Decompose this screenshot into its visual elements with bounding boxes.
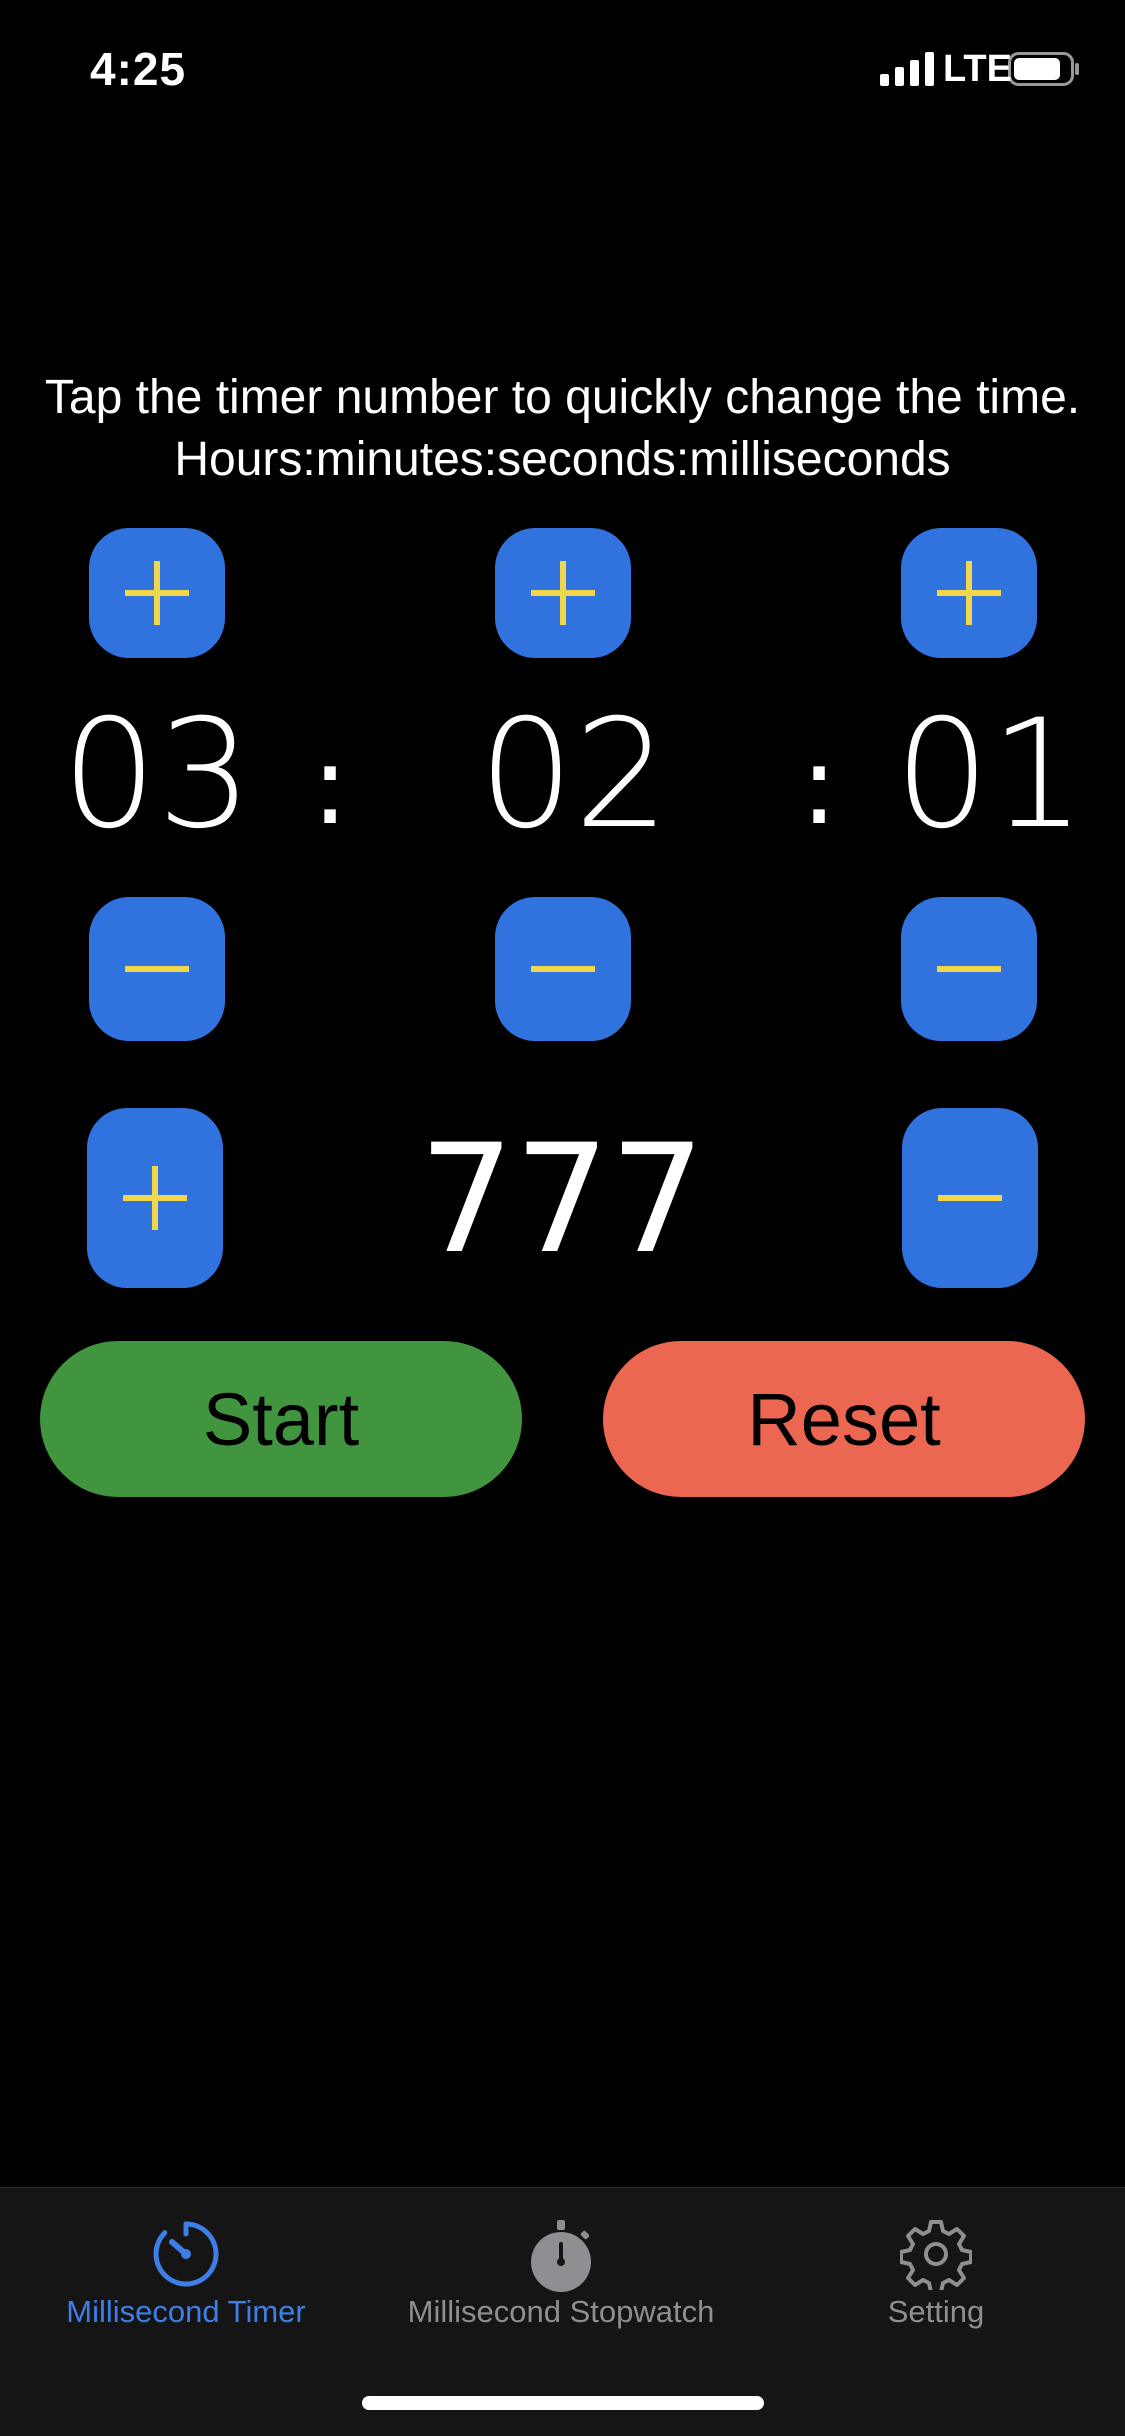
tab-setting[interactable]: Setting xyxy=(800,2188,1072,2368)
reset-button[interactable]: Reset xyxy=(603,1341,1085,1497)
tab-millisecond-timer[interactable]: Millisecond Timer xyxy=(30,2188,342,2368)
minutes-value[interactable]: 02 xyxy=(464,700,684,850)
plus-icon xyxy=(937,561,1001,625)
hours-decrement-button[interactable] xyxy=(89,897,225,1041)
network-label: LTE xyxy=(943,48,1012,90)
minutes-increment-button[interactable] xyxy=(495,528,631,658)
hours-increment-button[interactable] xyxy=(89,528,225,658)
minus-icon xyxy=(125,966,189,972)
plus-icon xyxy=(123,1166,187,1230)
stopwatch-icon xyxy=(531,2220,591,2292)
hours-value[interactable]: 03 xyxy=(47,700,267,850)
time-separator: : xyxy=(311,721,349,849)
tab-label: Setting xyxy=(887,2294,985,2329)
tab-label: Millisecond Stopwatch xyxy=(407,2294,715,2329)
milliseconds-value[interactable]: 777 xyxy=(412,1120,712,1280)
time-separator: : xyxy=(800,721,838,849)
milliseconds-decrement-button[interactable] xyxy=(902,1108,1038,1288)
minus-icon xyxy=(937,966,1001,972)
signal-icon xyxy=(880,52,934,86)
timer-icon xyxy=(153,2221,219,2287)
home-indicator xyxy=(362,2396,764,2410)
milliseconds-increment-button[interactable] xyxy=(87,1108,223,1288)
minutes-decrement-button[interactable] xyxy=(495,897,631,1041)
format-hint-text: Hours:minutes:seconds:milliseconds xyxy=(174,433,951,486)
minus-icon xyxy=(531,966,595,972)
start-button[interactable]: Start xyxy=(40,1341,522,1497)
seconds-decrement-button[interactable] xyxy=(901,897,1037,1041)
seconds-increment-button[interactable] xyxy=(901,528,1037,658)
plus-icon xyxy=(531,561,595,625)
battery-icon xyxy=(1008,52,1079,86)
plus-icon xyxy=(125,561,189,625)
status-time: 4:25 xyxy=(90,43,187,95)
seconds-value[interactable]: 01 xyxy=(880,700,1100,850)
tab-label: Millisecond Timer xyxy=(66,2294,306,2329)
tab-millisecond-stopwatch[interactable]: Millisecond Stopwatch xyxy=(380,2188,742,2368)
gear-icon xyxy=(900,2220,972,2290)
minus-icon xyxy=(938,1195,1002,1201)
instruction-text: Tap the timer number to quickly change t… xyxy=(44,371,1081,424)
